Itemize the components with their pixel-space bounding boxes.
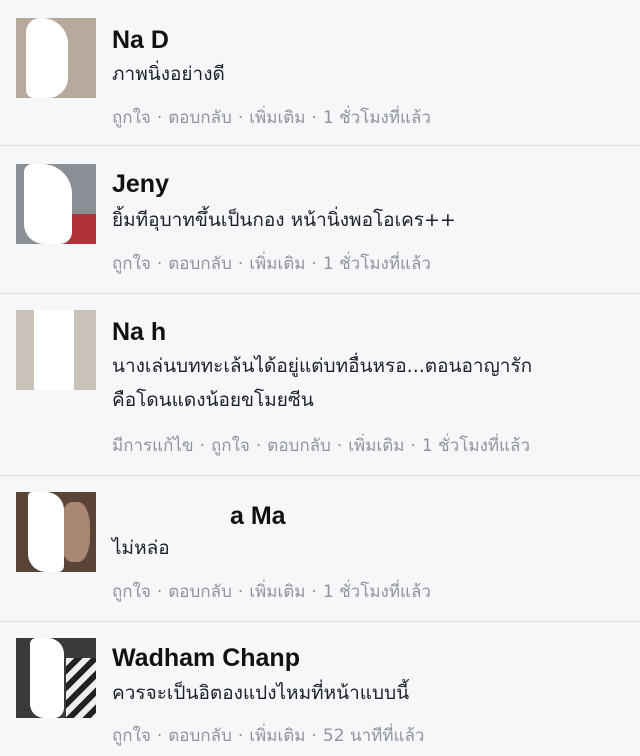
more-link[interactable]: เพิ่มเติม xyxy=(249,108,305,128)
avatar[interactable] xyxy=(16,638,96,718)
reply-link[interactable]: ตอบกลับ xyxy=(168,726,232,746)
like-link[interactable]: ถูกใจ xyxy=(112,108,151,128)
separator: · xyxy=(311,108,317,128)
commenter-name[interactable]: a Ma xyxy=(230,502,286,531)
commenter-name[interactable]: Wadham Chanp xyxy=(112,644,300,673)
separator: · xyxy=(311,254,317,274)
separator: · xyxy=(156,108,163,128)
comment-text: ควรจะเป็นอิตองแปงไหมที่หน้าแบบนี้ xyxy=(112,676,624,710)
separator: · xyxy=(336,436,343,456)
comment-text-line: ควรจะเป็นอิตองแปงไหมที่หน้าแบบนี้ xyxy=(112,682,410,704)
comment-text-line: ภาพนิ่งอย่างดี xyxy=(112,63,225,85)
separator: · xyxy=(311,582,317,602)
commenter-name[interactable]: Jeny xyxy=(112,170,169,199)
avatar[interactable] xyxy=(16,310,96,390)
avatar[interactable] xyxy=(16,18,96,98)
reply-link[interactable]: ตอบกลับ xyxy=(168,108,232,128)
comment-text-line: ไม่หล่อ xyxy=(112,537,170,559)
edited-label[interactable]: มีการแก้ไข xyxy=(112,436,194,456)
separator: · xyxy=(156,254,163,274)
separator: · xyxy=(255,436,262,456)
reply-link[interactable]: ตอบกลับ xyxy=(168,582,232,602)
separator: · xyxy=(237,108,244,128)
comment-item: Na Dun ภาพนิ่งอย่างดี ถูกใจ · ตอบกลับ · เพิ่… xyxy=(0,0,640,146)
comment-actions: ถูกใจ · ตอบกลับ · เพิ่มเติม · 1 ชั่วโมงที่แล้ว xyxy=(112,578,431,605)
timestamp[interactable]: 1 ชั่วโมงที่แล้ว xyxy=(323,582,431,602)
like-link[interactable]: ถูกใจ xyxy=(112,254,151,274)
comment-item: Jeny ยิ้มทีอุบาทขึ้นเป็นกอง หน้านิ่งพอโอ… xyxy=(0,146,640,294)
comment-text-line: นางเล่นบททะเล้นได้อยู่แต่บทอื่นหรอ...ตอน… xyxy=(112,355,533,377)
more-link[interactable]: เพิ่มเติม xyxy=(249,254,305,274)
reply-link[interactable]: ตอบกลับ xyxy=(168,254,232,274)
timestamp[interactable]: 1 ชั่วโมงที่แล้ว xyxy=(323,254,431,274)
separator: · xyxy=(237,254,244,274)
like-link[interactable]: ถูกใจ xyxy=(112,582,151,602)
comment-text: ยิ้มทีอุบาทขึ้นเป็นกอง หน้านิ่งพอโอเคร++ xyxy=(112,203,624,237)
comment-item: Wadham Chanp ควรจะเป็นอิตองแปงไหมที่หน้า… xyxy=(0,622,640,756)
avatar[interactable] xyxy=(16,492,96,572)
comment-item: Na ha นางเล่นบททะเล้นได้อยู่แต่บทอื่นหรอ… xyxy=(0,294,640,476)
avatar[interactable] xyxy=(16,164,96,244)
comment-item: a Ma ไม่หล่อ ถูกใจ · ตอบกลับ · เพิ่มเติม · 1 ช… xyxy=(0,476,640,622)
comment-actions: ถูกใจ · ตอบกลับ · เพิ่มเติม · 52 นาทีที่แล้ว xyxy=(112,722,424,749)
separator: · xyxy=(156,582,163,602)
comment-text: นางเล่นบททะเล้นได้อยู่แต่บทอื่นหรอ...ตอน… xyxy=(112,349,624,417)
timestamp[interactable]: 1 ชั่วโมงที่แล้ว xyxy=(323,108,431,128)
comment-text: ภาพนิ่งอย่างดี xyxy=(112,57,624,91)
like-link[interactable]: ถูกใจ xyxy=(112,726,151,746)
separator: · xyxy=(156,726,163,746)
more-link[interactable]: เพิ่มเติม xyxy=(249,582,305,602)
reply-link[interactable]: ตอบกลับ xyxy=(267,436,331,456)
comment-actions: ถูกใจ · ตอบกลับ · เพิ่มเติม · 1 ชั่วโมงที่แล้ว xyxy=(112,250,431,277)
separator: · xyxy=(311,726,317,746)
separator: · xyxy=(199,436,206,456)
comment-actions: ถูกใจ · ตอบกลับ · เพิ่มเติม · 1 ชั่วโมงที่แล้ว xyxy=(112,104,431,131)
comment-text-line: คือโดนแดงน้อยขโมยซีน xyxy=(112,389,314,411)
separator: · xyxy=(237,582,244,602)
comment-actions: มีการแก้ไข · ถูกใจ · ตอบกลับ · เพิ่มเติม · 1 ชั่… xyxy=(112,432,530,459)
comment-text: ไม่หล่อ xyxy=(112,531,624,565)
comment-text-line: ยิ้มทีอุบาทขึ้นเป็นกอง หน้านิ่งพอโอเคร++ xyxy=(112,209,456,231)
timestamp[interactable]: 52 นาทีที่แล้ว xyxy=(323,726,425,746)
separator: · xyxy=(410,436,416,456)
timestamp[interactable]: 1 ชั่วโมงที่แล้ว xyxy=(422,436,530,456)
like-link[interactable]: ถูกใจ xyxy=(211,436,250,456)
more-link[interactable]: เพิ่มเติม xyxy=(249,726,305,746)
more-link[interactable]: เพิ่มเติม xyxy=(348,436,404,456)
separator: · xyxy=(237,726,244,746)
